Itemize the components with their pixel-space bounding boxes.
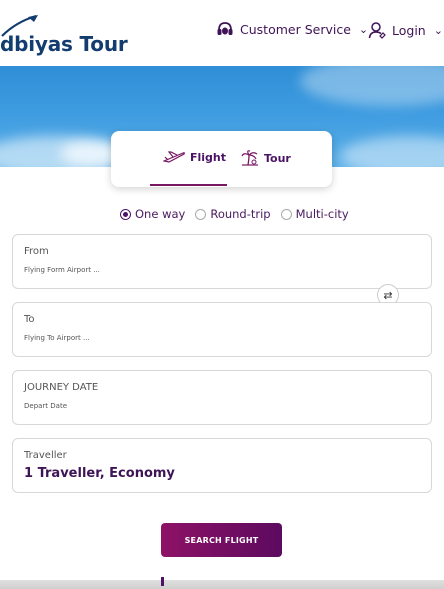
trip-option-label: Round-trip <box>210 207 271 221</box>
trip-option-multi-city[interactable]: Multi-city <box>280 207 349 221</box>
traveller-label: Traveller <box>24 450 67 461</box>
trip-option-round-trip[interactable]: Round-trip <box>195 207 271 221</box>
header: dbiyas Tour Customer Service ⌄ Login ⌄ <box>0 0 444 66</box>
from-label: From <box>24 246 49 257</box>
trip-option-one-way[interactable]: One way <box>120 207 185 221</box>
radio-one-way[interactable] <box>120 208 131 220</box>
logo[interactable]: dbiyas Tour <box>0 14 128 54</box>
plane-logo-icon <box>1 14 38 37</box>
trip-option-label: One way <box>135 207 186 221</box>
login-menu[interactable]: Login ⌄ <box>368 21 443 39</box>
customer-service-menu[interactable]: Customer Service ⌄ <box>216 21 368 37</box>
from-field[interactable]: From Flying Form Airport ... <box>12 234 432 289</box>
from-placeholder: Flying Form Airport ... <box>24 266 100 274</box>
login-label: Login <box>392 22 426 38</box>
tab-flight-label: Flight <box>190 150 227 164</box>
search-tabs: Flight Tour <box>111 131 332 187</box>
airplane-icon <box>163 151 185 163</box>
to-placeholder: Flying To Airport ... <box>24 334 90 342</box>
tab-tour-label: Tour <box>264 151 291 165</box>
customer-service-label: Customer Service <box>240 21 351 37</box>
tab-flight[interactable]: Flight <box>163 150 226 164</box>
search-flight-button[interactable]: SEARCH FLIGHT <box>161 523 282 557</box>
journey-date-label: JOURNEY DATE <box>24 382 99 393</box>
palm-tree-icon <box>241 150 258 166</box>
radio-round-trip[interactable] <box>195 208 207 220</box>
chevron-down-icon: ⌄ <box>358 22 369 36</box>
active-tab-indicator <box>150 184 227 186</box>
swap-icon: ⇄ <box>383 288 393 302</box>
headset-icon <box>217 22 233 35</box>
section-marker <box>161 577 164 586</box>
to-label: To <box>24 314 35 325</box>
traveller-value: 1 Traveller, Economy <box>24 466 175 481</box>
chevron-down-icon: ⌄ <box>433 23 443 37</box>
depart-date-placeholder: Depart Date <box>24 402 68 410</box>
radio-multi-city[interactable] <box>280 208 292 220</box>
traveller-field[interactable]: Traveller 1 Traveller, Economy <box>12 438 432 493</box>
next-section-edge <box>0 580 444 589</box>
trip-option-label: Multi-city <box>295 207 349 221</box>
journey-date-field[interactable]: JOURNEY DATE Depart Date <box>12 370 432 425</box>
user-icon <box>368 22 386 39</box>
to-field[interactable]: To Flying To Airport ... <box>12 302 432 357</box>
trip-type-selector: One way Round-trip Multi-city <box>120 207 349 221</box>
tab-tour[interactable]: Tour <box>241 150 291 166</box>
